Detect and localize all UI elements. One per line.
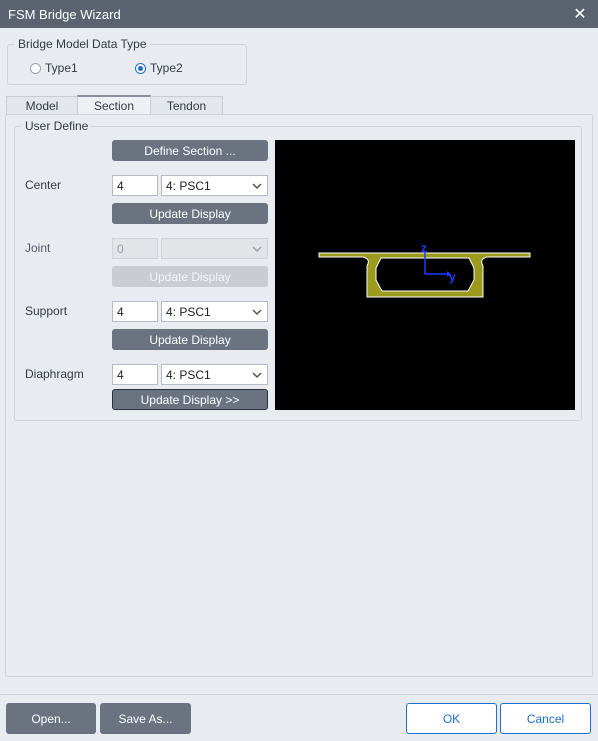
center-section-number-input[interactable]: 4 [112, 175, 158, 196]
define-section-button[interactable]: Define Section ... [112, 140, 268, 161]
support-section-select-value: 4: PSC1 [166, 304, 211, 319]
radio-type2-dot[interactable] [135, 62, 146, 74]
joint-section-select[interactable] [161, 238, 268, 259]
diaphragm-update-display-button[interactable]: Update Display >> [112, 389, 268, 410]
title-bar: FSM Bridge Wizard ✕ [0, 0, 598, 28]
chevron-down-icon [252, 372, 262, 379]
center-section-select[interactable]: 4: PSC1 [161, 175, 268, 196]
section-preview-canvas: z y [318, 241, 531, 298]
center-section-select-value: 4: PSC1 [166, 178, 211, 193]
open-button[interactable]: Open... [6, 703, 96, 734]
radio-type1-label: Type1 [45, 61, 78, 75]
close-icon[interactable]: ✕ [570, 4, 590, 24]
center-label: Center [25, 178, 62, 192]
chevron-down-icon [252, 309, 262, 316]
center-update-display-button[interactable]: Update Display [112, 203, 268, 224]
user-define-legend: User Define [22, 119, 92, 133]
model-data-type-legend: Bridge Model Data Type [15, 37, 150, 51]
radio-type2[interactable]: Type2 [135, 61, 183, 75]
joint-label: Joint [25, 241, 51, 255]
z-axis-label: z [421, 241, 427, 255]
diaphragm-label: Diaphragm [25, 367, 84, 381]
ok-button[interactable]: OK [406, 703, 497, 734]
radio-type1-dot[interactable] [30, 62, 41, 74]
support-section-number-input[interactable]: 4 [112, 301, 158, 322]
save-as-button[interactable]: Save As... [100, 703, 191, 734]
chevron-down-icon [252, 246, 262, 253]
chevron-down-icon [252, 183, 262, 190]
support-update-display-button[interactable]: Update Display [112, 329, 268, 350]
joint-update-display-button[interactable]: Update Display [112, 266, 268, 287]
window-title: FSM Bridge Wizard [8, 6, 121, 22]
diaphragm-section-number-input[interactable]: 4 [112, 364, 158, 385]
section-preview-viewer[interactable]: z y [275, 140, 575, 410]
diaphragm-section-select[interactable]: 4: PSC1 [161, 364, 268, 385]
radio-type2-label: Type2 [150, 61, 183, 75]
diaphragm-section-select-value: 4: PSC1 [166, 367, 211, 382]
tab-tendon[interactable]: Tendon [150, 96, 223, 115]
radio-type1[interactable]: Type1 [30, 61, 78, 75]
tab-section[interactable]: Section [77, 95, 151, 115]
support-section-select[interactable]: 4: PSC1 [161, 301, 268, 322]
y-axis-label: y [449, 270, 456, 284]
tab-model[interactable]: Model [6, 96, 78, 115]
joint-section-number-input[interactable]: 0 [112, 238, 158, 259]
footer-separator [0, 694, 598, 695]
support-label: Support [25, 304, 68, 318]
cancel-button[interactable]: Cancel [500, 703, 591, 734]
